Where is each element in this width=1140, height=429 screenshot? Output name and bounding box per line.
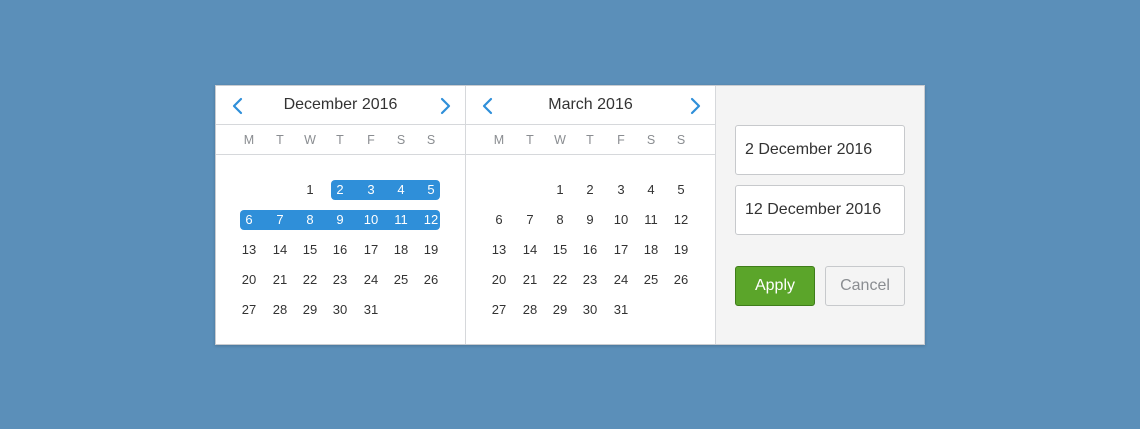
day-cell[interactable]: 19: [416, 240, 446, 260]
day-cell[interactable]: 10: [356, 210, 386, 230]
day-cell[interactable]: 16: [575, 240, 605, 260]
day-cell[interactable]: 2: [325, 180, 355, 200]
day-cell[interactable]: 6: [484, 210, 514, 230]
day-cell[interactable]: 26: [416, 270, 446, 290]
day-cell[interactable]: 24: [606, 270, 636, 290]
day-cell[interactable]: 19: [666, 240, 696, 260]
weekday-label: S: [646, 133, 656, 147]
day-cell[interactable]: 30: [575, 300, 605, 320]
range-panel: Apply Cancel: [716, 86, 924, 344]
day-cell[interactable]: 23: [325, 270, 355, 290]
day-cell[interactable]: 1: [545, 180, 575, 200]
day-cell[interactable]: 20: [484, 270, 514, 290]
calendar-header: December 2016: [216, 86, 465, 125]
day-cell[interactable]: 7: [515, 210, 545, 230]
day-cell[interactable]: 26: [666, 270, 696, 290]
chevron-right-icon[interactable]: [437, 97, 453, 115]
day-cell[interactable]: 29: [295, 300, 325, 320]
day-cell[interactable]: 21: [515, 270, 545, 290]
weekday-label: T: [586, 133, 594, 147]
weekday-row: MTWTFSS: [216, 125, 465, 155]
day-cell[interactable]: 25: [386, 270, 416, 290]
day-cell[interactable]: 7: [265, 210, 295, 230]
day-cell[interactable]: 25: [636, 270, 666, 290]
weekday-label: F: [367, 133, 375, 147]
month-title: March 2016: [548, 96, 633, 113]
day-cell[interactable]: 14: [515, 240, 545, 260]
date-range-picker: December 2016 MTWTFSS 1 2 3 4 5 6 7 8 9 10 11 12 13 1…: [215, 85, 925, 345]
day-cell[interactable]: 20: [234, 270, 264, 290]
day-cell[interactable]: 14: [265, 240, 295, 260]
day-cell[interactable]: 5: [666, 180, 696, 200]
day-cell[interactable]: 4: [636, 180, 666, 200]
day-cell[interactable]: 17: [356, 240, 386, 260]
weekday-label: W: [554, 133, 566, 147]
day-cell[interactable]: 18: [386, 240, 416, 260]
day-cell[interactable]: 8: [545, 210, 575, 230]
day-cell[interactable]: 13: [234, 240, 264, 260]
day-cell[interactable]: 8: [295, 210, 325, 230]
day-cell[interactable]: 13: [484, 240, 514, 260]
weekday-label: W: [304, 133, 316, 147]
weekday-label: S: [396, 133, 406, 147]
weekday-label: F: [617, 133, 625, 147]
day-cell[interactable]: 31: [356, 300, 386, 320]
day-cell[interactable]: 27: [234, 300, 264, 320]
day-cell[interactable]: 28: [515, 300, 545, 320]
day-cell[interactable]: 3: [606, 180, 636, 200]
weekday-label: M: [493, 133, 505, 147]
day-cell[interactable]: 1: [295, 180, 325, 200]
day-cell[interactable]: 24: [356, 270, 386, 290]
end-date-field[interactable]: [735, 185, 905, 235]
day-cell[interactable]: 30: [325, 300, 355, 320]
weekday-label: T: [336, 133, 344, 147]
day-cell[interactable]: 23: [575, 270, 605, 290]
day-cell[interactable]: 29: [545, 300, 575, 320]
day-cell[interactable]: 15: [545, 240, 575, 260]
day-cell[interactable]: 9: [325, 210, 355, 230]
weekday-label: T: [276, 133, 284, 147]
calendar-right: March 2016 MTWTFSS 1 2 3 4 5 6 7 8 9 10 11 12 13 14 15…: [466, 86, 716, 344]
day-cell[interactable]: 21: [265, 270, 295, 290]
month-title: December 2016: [283, 96, 398, 113]
weekday-row: MTWTFSS: [466, 125, 715, 155]
day-cell[interactable]: 15: [295, 240, 325, 260]
day-cell[interactable]: 11: [386, 210, 416, 230]
cancel-button[interactable]: Cancel: [825, 266, 905, 306]
day-cell[interactable]: 18: [636, 240, 666, 260]
day-cell[interactable]: 12: [666, 210, 696, 230]
day-cell[interactable]: 12: [416, 210, 446, 230]
day-cell[interactable]: 11: [636, 210, 666, 230]
day-grid: 1 2 3 4 5 6 7 8 9 10 11 12 13 14 15 16 17 18 19 20 21 22 23 24 2…: [216, 155, 465, 345]
day-cell[interactable]: 16: [325, 240, 355, 260]
calendar-left: December 2016 MTWTFSS 1 2 3 4 5 6 7 8 9 10 11 12 13 1…: [216, 86, 466, 344]
chevron-right-icon[interactable]: [687, 97, 703, 115]
weekday-label: M: [243, 133, 255, 147]
calendar-header: March 2016: [466, 86, 715, 125]
day-cell[interactable]: 2: [575, 180, 605, 200]
day-cell[interactable]: 22: [545, 270, 575, 290]
day-cell[interactable]: 10: [606, 210, 636, 230]
day-cell[interactable]: 27: [484, 300, 514, 320]
day-grid: 1 2 3 4 5 6 7 8 9 10 11 12 13 14 15 16 17 18 19 20 21 22 23 24 2…: [466, 155, 715, 345]
start-date-field[interactable]: [735, 125, 905, 175]
day-cell[interactable]: 28: [265, 300, 295, 320]
day-cell[interactable]: 4: [386, 180, 416, 200]
weekday-label: T: [526, 133, 534, 147]
day-cell[interactable]: 22: [295, 270, 325, 290]
day-cell[interactable]: 3: [356, 180, 386, 200]
weekday-label: S: [676, 133, 686, 147]
day-cell[interactable]: 5: [416, 180, 446, 200]
apply-button[interactable]: Apply: [735, 266, 815, 306]
weekday-label: S: [426, 133, 436, 147]
day-cell[interactable]: 31: [606, 300, 636, 320]
day-cell[interactable]: 9: [575, 210, 605, 230]
day-cell[interactable]: 17: [606, 240, 636, 260]
day-cell[interactable]: 6: [234, 210, 264, 230]
